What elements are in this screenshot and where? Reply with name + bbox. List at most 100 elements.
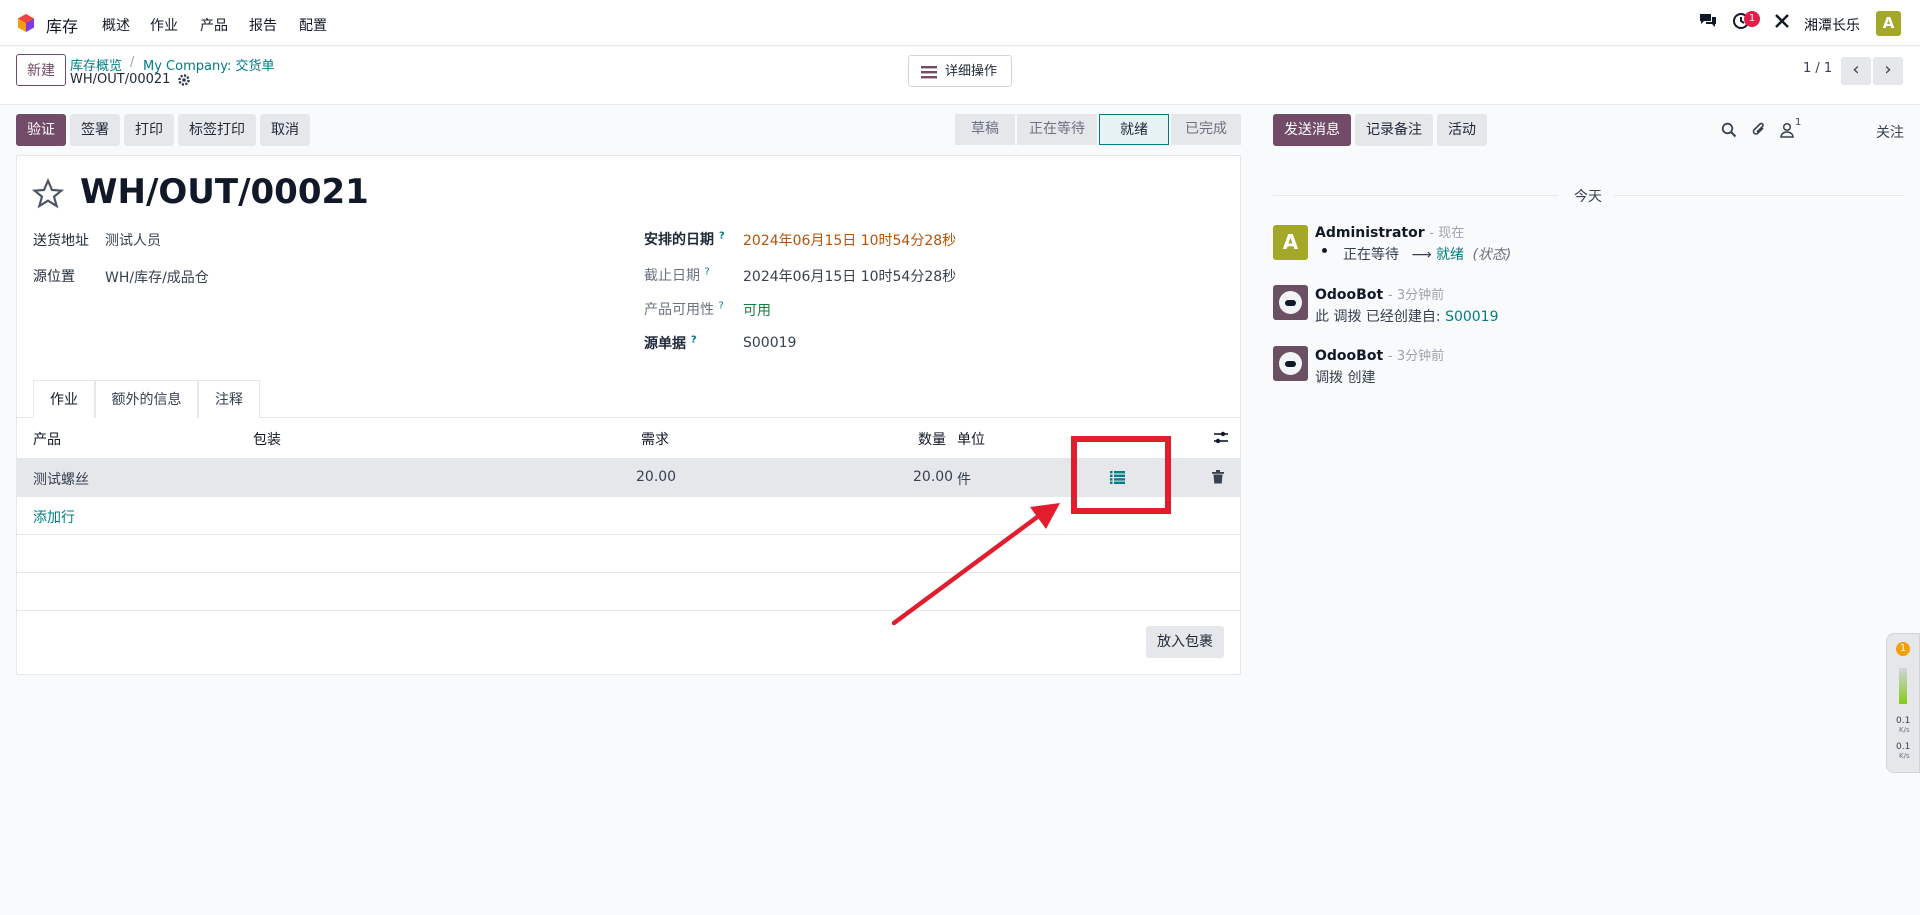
- message-time: - 现在: [1429, 226, 1465, 241]
- odoobot-avatar[interactable]: [1273, 346, 1308, 381]
- network-speed-widget[interactable]: 1 0.1 K/s 0.1 K/s: [1886, 633, 1920, 773]
- scheduled-date-field[interactable]: 2024年06月15日 10时54分28秒: [743, 230, 956, 250]
- hamburger-icon: [921, 66, 937, 79]
- actions-menu-label: 详细操作: [945, 64, 998, 79]
- date-divider-right: [1614, 195, 1904, 196]
- help-tooltip-icon[interactable]: ?: [704, 266, 709, 277]
- upload-speed: 0.1: [1896, 716, 1911, 726]
- send-message-button[interactable]: 发送消息: [1273, 114, 1351, 146]
- source-location-field[interactable]: WH/库存/成品仓: [105, 267, 209, 287]
- top-navbar: 库存 概述 作业 产品 报告 配置 1 湘潭长乐 A: [0, 0, 1920, 46]
- sign-button[interactable]: 签署: [70, 114, 120, 146]
- status-done[interactable]: 已完成: [1171, 114, 1241, 145]
- print-labels-button[interactable]: 标签打印: [178, 114, 256, 146]
- column-header-demand[interactable]: 需求: [641, 429, 669, 449]
- deadline-field[interactable]: 2024年06月15日 10时54分28秒: [743, 266, 956, 286]
- column-header-uom[interactable]: 单位: [957, 429, 985, 449]
- message-author[interactable]: OdooBot - 3分钟前: [1315, 345, 1444, 364]
- row-product[interactable]: 测试螺丝: [33, 469, 89, 489]
- menu-products[interactable]: 产品: [200, 15, 228, 35]
- deadline-label: 截止日期 ?: [644, 265, 710, 285]
- trash-icon[interactable]: [1212, 470, 1224, 484]
- control-panel: 新建 库存概览 / My Company: 交货单 WH/OUT/00021 详…: [0, 47, 1920, 105]
- message-time: - 3分钟前: [1388, 288, 1445, 303]
- date-divider-today: 今天: [1574, 189, 1602, 205]
- row-quantity[interactable]: 20.00: [913, 469, 953, 485]
- message-author-name[interactable]: Administrator: [1315, 225, 1425, 241]
- tab-note[interactable]: 注释: [198, 380, 260, 418]
- message-time: - 3分钟前: [1388, 349, 1445, 364]
- activities-button[interactable]: 活动: [1437, 114, 1487, 146]
- gear-icon[interactable]: [177, 73, 191, 87]
- message-author-name[interactable]: OdooBot: [1315, 287, 1383, 303]
- put-in-pack-button[interactable]: 放入包裹: [1146, 626, 1224, 658]
- follower-count: 1: [1795, 117, 1802, 128]
- pager-previous-button[interactable]: ‹: [1841, 57, 1871, 85]
- table-row[interactable]: [16, 459, 1241, 496]
- message-text: 调拨 创建: [1315, 370, 1376, 386]
- help-tooltip-icon[interactable]: ?: [691, 334, 697, 345]
- tab-additional-info[interactable]: 额外的信息: [95, 380, 198, 418]
- source-document-label: 源单据 ?: [644, 333, 697, 353]
- star-icon[interactable]: [32, 178, 64, 210]
- add-line-link[interactable]: 添加行: [33, 507, 75, 527]
- chat-icon[interactable]: [1697, 12, 1719, 34]
- user-avatar[interactable]: A: [1876, 11, 1901, 36]
- date-divider-left: [1273, 195, 1558, 196]
- deadline-label-text: 截止日期: [644, 268, 700, 284]
- company-switcher[interactable]: 湘潭长乐: [1804, 15, 1860, 35]
- status-waiting[interactable]: 正在等待: [1017, 114, 1097, 145]
- new-button[interactable]: 新建: [16, 54, 66, 86]
- menu-operations[interactable]: 作业: [150, 15, 178, 35]
- menu-configuration[interactable]: 配置: [299, 15, 327, 35]
- row-demand[interactable]: 20.00: [636, 469, 676, 485]
- tracking-field-name: (状态): [1472, 247, 1512, 263]
- status-draft[interactable]: 草稿: [955, 114, 1015, 145]
- column-header-product[interactable]: 产品: [33, 429, 61, 449]
- delivery-address-label: 送货地址: [33, 233, 89, 249]
- column-header-quantity[interactable]: 数量: [918, 429, 946, 449]
- cancel-button[interactable]: 取消: [260, 114, 310, 146]
- source-location-label: 源位置: [33, 269, 75, 285]
- message-author-name[interactable]: OdooBot: [1315, 348, 1383, 364]
- validate-button[interactable]: 验证: [16, 114, 66, 146]
- optional-columns-icon[interactable]: [1213, 430, 1229, 445]
- paperclip-icon[interactable]: [1751, 121, 1767, 138]
- record-title: WH/OUT/00021: [80, 172, 369, 212]
- app-name[interactable]: 库存: [46, 13, 78, 37]
- help-tooltip-icon[interactable]: ?: [719, 230, 725, 241]
- tracking-old-value: 正在等待: [1343, 247, 1399, 263]
- highlight-box: [1071, 436, 1171, 514]
- upload-speed-unit: K/s: [1899, 726, 1910, 734]
- odoobot-avatar[interactable]: [1273, 285, 1308, 320]
- follow-button[interactable]: 关注: [1876, 122, 1904, 142]
- search-icon[interactable]: [1721, 122, 1737, 138]
- pager-value[interactable]: 1 / 1: [1803, 61, 1832, 76]
- menu-reporting[interactable]: 报告: [249, 15, 277, 35]
- app-logo-icon[interactable]: [16, 13, 36, 33]
- source-document-label-text: 源单据: [644, 336, 686, 352]
- source-order-link[interactable]: S00019: [1445, 309, 1498, 325]
- menu-overview[interactable]: 概述: [102, 15, 130, 35]
- widget-badge: 1: [1896, 642, 1910, 656]
- followers-person-icon[interactable]: [1780, 122, 1794, 138]
- source-document-field[interactable]: S00019: [743, 335, 796, 351]
- download-speed: 0.1: [1896, 742, 1911, 752]
- column-header-packaging[interactable]: 包装: [253, 429, 281, 449]
- record-name: WH/OUT/00021: [70, 72, 171, 87]
- message-author[interactable]: OdooBot - 3分钟前: [1315, 284, 1444, 303]
- delivery-address-field[interactable]: 测试人员: [105, 230, 161, 250]
- author-avatar[interactable]: A: [1273, 225, 1308, 260]
- row-uom[interactable]: 件: [957, 469, 971, 489]
- log-note-button[interactable]: 记录备注: [1355, 114, 1433, 146]
- status-ready[interactable]: 就绪: [1099, 114, 1169, 145]
- chevron-right-icon: ›: [1884, 59, 1892, 80]
- actions-menu-button[interactable]: 详细操作: [908, 55, 1012, 87]
- message-author[interactable]: Administrator - 现在: [1315, 222, 1464, 241]
- help-tooltip-icon[interactable]: ?: [718, 300, 723, 311]
- print-button[interactable]: 打印: [124, 114, 174, 146]
- download-speed-unit: K/s: [1899, 752, 1910, 760]
- pager-next-button[interactable]: ›: [1873, 57, 1903, 85]
- debug-tools-icon[interactable]: [1771, 12, 1793, 34]
- tab-operations[interactable]: 作业: [33, 380, 95, 418]
